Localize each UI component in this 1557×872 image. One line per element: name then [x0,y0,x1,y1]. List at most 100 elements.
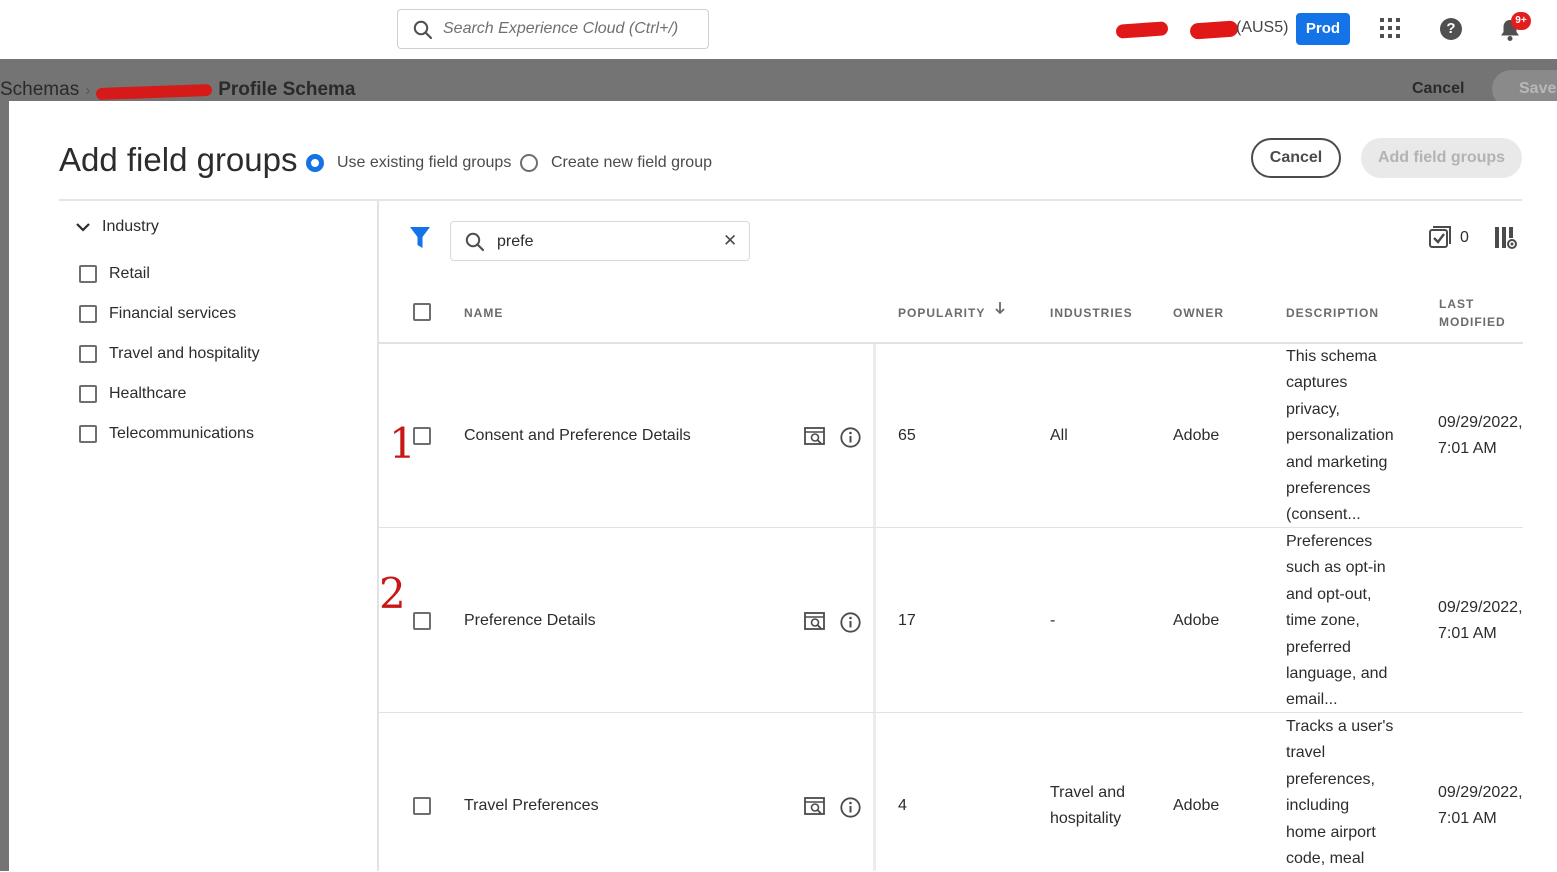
dialog-header-divider [59,199,1522,201]
handwritten-annotation-1: 1 [389,419,416,468]
row-industries: All [1050,427,1068,444]
clear-icon[interactable]: ✕ [723,231,737,251]
facet-telecommunications[interactable]: Telecommunications [79,425,254,443]
row-industries-line2: hospitality [1050,810,1122,827]
row-popularity: 17 [898,612,916,629]
radio-create-new[interactable]: Create new field group [520,154,712,172]
description-line: travel [1286,744,1326,762]
facet-checkbox[interactable] [79,385,97,403]
radio-create-new-label: Create new field group [551,154,712,171]
column-header-name[interactable]: NAME [464,306,503,320]
chevron-down-icon [76,223,90,232]
row-industries: - [1050,612,1056,629]
row-popularity: 65 [898,427,916,444]
help-icon[interactable]: ? [1440,18,1462,40]
select-all-checkbox[interactable] [413,303,431,321]
notification-count-badge: 9+ [1511,12,1531,30]
global-search-input[interactable]: Search Experience Cloud (Ctrl+/) [397,9,709,49]
redacted-user-name [1115,21,1169,39]
facet-financial-services[interactable]: Financial services [79,305,236,323]
facet-group-industry[interactable]: Industry [76,218,159,236]
facet-checkbox[interactable] [79,305,97,323]
facet-label: Retail [109,265,150,282]
preview-icon[interactable] [804,612,825,631]
column-header-last-modified-line2[interactable]: MODIFIED [1439,315,1506,329]
column-settings-icon[interactable] [1494,226,1518,250]
facet-checkbox[interactable] [79,265,97,283]
radio-selected-indicator [306,154,324,172]
org-suffix[interactable]: (AUS5) [1236,19,1288,37]
sort-desc-icon[interactable] [995,301,1005,315]
radio-unselected-indicator [520,154,538,172]
add-field-groups-dialog: Add field groups Use existing field grou… [9,101,1557,871]
facet-panel-divider [377,201,379,871]
handwritten-annotation-2: 2 [379,569,406,618]
info-icon[interactable] [840,612,861,633]
description-line: code, meal [1286,850,1365,868]
description-line: preferences, [1286,770,1375,788]
row-name[interactable]: Consent and Preference Details [464,423,691,449]
top-nav-bar: Search Experience Cloud (Ctrl+/) (AUS5) … [0,0,1557,59]
column-header-last-modified-line1[interactable]: LAST [1439,297,1474,311]
radio-use-existing-label: Use existing field groups [337,154,512,171]
row-industries-line1: Travel and [1050,784,1125,801]
row-modified-time: 7:01 AM [1438,625,1497,642]
description-line: including [1286,797,1350,815]
breadcrumb-title: Profile Schema [218,79,356,100]
description-line: time zone, [1286,612,1360,630]
row-owner: Adobe [1173,797,1220,814]
search-icon [413,20,433,40]
description-line: preferred [1286,638,1351,656]
add-field-groups-button[interactable]: Add field groups [1361,138,1522,178]
facet-label: Financial services [109,305,237,322]
facet-healthcare[interactable]: Healthcare [79,385,186,403]
description-line: (consent... [1286,506,1361,524]
column-header-popularity[interactable]: POPULARITY [898,306,985,320]
row-name[interactable]: Travel Preferences [464,793,599,819]
row-modified-date: 09/29/2022, [1438,599,1523,616]
facet-checkbox[interactable] [79,345,97,363]
row-description: Tracks a user's travel preferences, incl… [1286,714,1406,872]
description-line: and marketing [1286,453,1388,471]
description-line: Preferences [1286,533,1373,550]
row-modified-time: 7:01 AM [1438,810,1497,827]
facet-label: Healthcare [109,385,187,402]
field-group-search-input[interactable]: prefe ✕ [450,221,750,261]
breadcrumb-root[interactable]: Schemas [0,79,79,100]
row-checkbox[interactable] [413,612,431,630]
column-header-industries[interactable]: INDUSTRIES [1050,306,1133,320]
description-line: privacy, [1286,400,1340,418]
row-description: Preferences such as opt-in and opt-out, … [1286,529,1406,714]
description-line: personalization [1286,427,1394,445]
description-line: and opt-out, [1286,585,1372,603]
row-name[interactable]: Preference Details [464,608,596,634]
filter-icon[interactable] [410,227,430,249]
preview-icon[interactable] [804,797,825,816]
facet-retail[interactable]: Retail [79,265,150,283]
column-header-description[interactable]: DESCRIPTION [1286,306,1379,320]
facet-label: Travel and hospitality [109,345,260,362]
info-icon[interactable] [840,797,861,818]
column-header-owner[interactable]: OWNER [1173,306,1224,320]
row-modified-date: 09/29/2022, [1438,414,1523,431]
select-all-icon[interactable] [1429,226,1451,248]
description-line: This schema [1286,348,1377,365]
description-line: preferences [1286,480,1371,498]
facet-checkbox[interactable] [79,425,97,443]
radio-use-existing[interactable]: Use existing field groups [306,154,511,172]
dialog-cancel-button[interactable]: Cancel [1251,138,1341,178]
row-modified-date: 09/29/2022, [1438,784,1523,801]
dialog-title: Add field groups [59,141,298,178]
row-owner: Adobe [1173,612,1220,629]
preview-icon[interactable] [804,427,825,446]
row-popularity: 4 [898,797,907,814]
global-search-placeholder: Search Experience Cloud (Ctrl+/) [443,20,679,37]
row-description: This schema captures privacy, personaliz… [1286,344,1406,529]
facet-travel-hospitality[interactable]: Travel and hospitality [79,345,260,363]
apps-grid-icon[interactable] [1380,18,1400,38]
row-checkbox[interactable] [413,797,431,815]
description-line: captures [1286,374,1348,392]
info-icon[interactable] [840,427,861,448]
description-line: home airport [1286,823,1376,841]
environment-badge[interactable]: Prod [1296,13,1350,45]
